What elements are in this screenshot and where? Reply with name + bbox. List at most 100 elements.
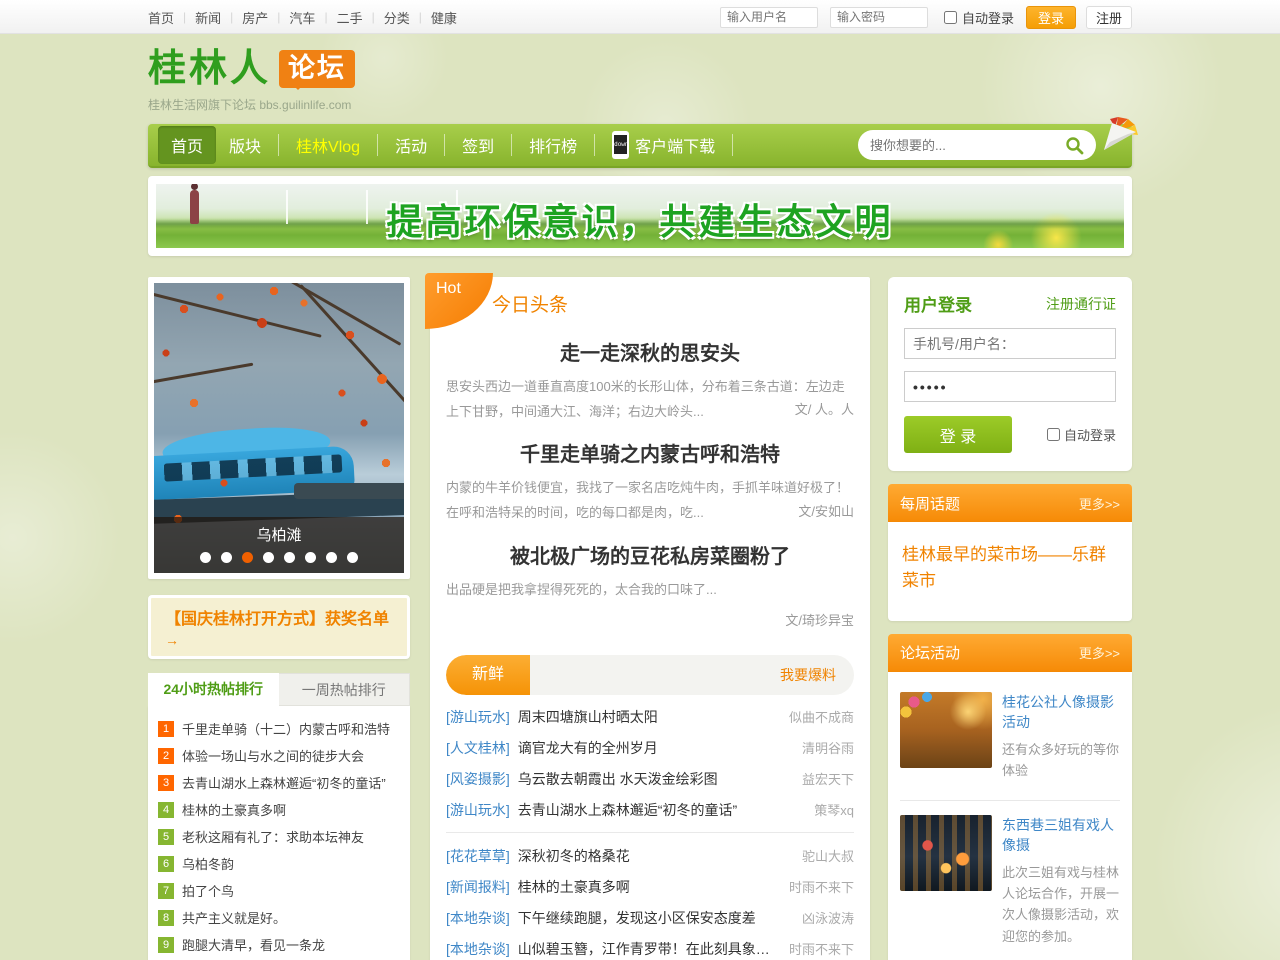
top-auto-login-checkbox[interactable] [944, 11, 957, 24]
top-auto-login-label: 自动登录 [962, 8, 1014, 27]
top-nav-secondhand[interactable]: 二手 [337, 8, 363, 27]
hot-list-item[interactable]: 8共产主义就是好。 [158, 908, 400, 927]
article-title[interactable]: 被北极广场的豆花私房菜圈粉了 [446, 540, 854, 569]
top-utility-bar: 首页| 新闻| 房产| 汽车| 二手| 分类| 健康 自动登录 登录 注册 [0, 0, 1280, 34]
post-category[interactable]: [本地杂谈] [446, 908, 510, 928]
post-category[interactable]: [新闻报料] [446, 877, 510, 897]
corner-fold-icon [1100, 116, 1140, 161]
slider-caption-bar: 乌柏滩 [154, 517, 404, 573]
fresh-post-row[interactable]: [游山玩水]去青山湖水上森林邂逅“初冬的童话”策琴xq [446, 794, 854, 825]
report-news-link[interactable]: 我要爆料 [780, 665, 836, 685]
hot-list-item[interactable]: 9跑腿大清早，看见一条龙 [158, 935, 400, 954]
nav-item-checkin[interactable]: 签到 [449, 126, 507, 164]
activity-title[interactable]: 桂花公社人像摄影活动 [1002, 692, 1120, 732]
nav-item-vlog[interactable]: 桂林Vlog [283, 126, 373, 164]
today-headlines-title: 今日头条 [446, 277, 854, 317]
headline-article: 被北极广场的豆花私房菜圈粉了 出品硬是把我拿捏得死死的，太合我的口味了... 文… [446, 540, 854, 630]
hot-list-item[interactable]: 7拍了个鸟 [158, 881, 400, 900]
article-title[interactable]: 千里走单骑之内蒙古呼和浩特 [446, 438, 854, 467]
slider-caption[interactable]: 乌柏滩 [154, 524, 404, 545]
article-title[interactable]: 走一走深秋的思安头 [446, 337, 854, 366]
site-logo[interactable]: 桂林人 论坛 [148, 34, 1132, 88]
auto-login-checkbox[interactable] [1047, 428, 1060, 441]
forum-activities-title: 论坛活动 [900, 642, 960, 663]
search-icon[interactable] [1065, 136, 1084, 155]
hot-list-item[interactable]: 4桂林的土豪真多啊 [158, 800, 400, 819]
post-category[interactable]: [游山玩水] [446, 707, 510, 727]
rank-badge: 6 [158, 856, 174, 872]
nav-item-boards[interactable]: 版块 [216, 126, 274, 164]
post-author: 策琴xq [806, 800, 854, 819]
slider-dot-3-active[interactable] [242, 552, 253, 563]
tab-weekly-hot[interactable]: 一周热帖排行 [279, 673, 411, 706]
top-nav-home[interactable]: 首页 [148, 8, 174, 27]
top-password-input[interactable] [830, 7, 928, 28]
post-category[interactable]: [人文桂林] [446, 738, 510, 758]
top-login-button[interactable]: 登录 [1026, 6, 1076, 29]
post-category[interactable]: [花花草草] [446, 846, 510, 866]
nav-app-download-label: 客户端下载 [635, 133, 715, 157]
award-notice-box[interactable]: 【国庆桂林打开方式】获奖名单 → [148, 595, 410, 659]
page: 首页| 新闻| 房产| 汽车| 二手| 分类| 健康 自动登录 登录 注册 [0, 0, 1280, 960]
forum-activities-more-link[interactable]: 更多>> [1079, 643, 1120, 662]
slider-dot-1[interactable] [200, 552, 211, 563]
top-nav-health[interactable]: 健康 [431, 8, 457, 27]
slider-photo-wupotan[interactable]: 乌柏滩 [154, 283, 404, 573]
tab-24h-hot[interactable]: 24小时热帖排行 [148, 673, 279, 706]
search-input[interactable] [870, 138, 1065, 153]
activity-item[interactable]: 东西巷三姐有戏人像摄 此次三姐有戏与桂林人论坛合作，开展一次人像摄影活动，欢迎您… [900, 805, 1120, 960]
weekly-topic-content[interactable]: 桂林最早的菜市场——乐群菜市 [900, 532, 1120, 611]
slider-dot-8[interactable] [347, 552, 358, 563]
weekly-topic-section: 每周话题 更多>> 桂林最早的菜市场——乐群菜市 [888, 484, 1132, 621]
weekly-topic-more-link[interactable]: 更多>> [1079, 494, 1120, 513]
hot-list-item[interactable]: 6乌柏冬韵 [158, 854, 400, 873]
top-nav-realestate[interactable]: 房产 [242, 8, 268, 27]
fresh-post-row[interactable]: [新闻报料]桂林的土豪真多啊时雨不来下 [446, 871, 854, 902]
top-nav-classifieds[interactable]: 分类 [384, 8, 410, 27]
fresh-tab[interactable]: 新鲜 [446, 655, 530, 695]
fresh-post-row[interactable]: [游山玩水]周末四塘旗山村晒太阳似曲不成商 [446, 701, 854, 732]
login-button[interactable]: 登 录 [904, 416, 1012, 453]
eco-banner[interactable]: 提高环保意识，共建生态文明 [156, 184, 1124, 248]
nav-item-app-download[interactable]: down 客户端下载 [599, 124, 728, 166]
top-username-input[interactable] [720, 7, 818, 28]
hot-list-item[interactable]: 3去青山湖水上森林邂逅“初冬的童话” [158, 773, 400, 792]
activity-desc: 此次三姐有戏与桂林人论坛合作，开展一次人像摄影活动，欢迎您的参加。 [1002, 862, 1120, 948]
slider-dot-4[interactable] [263, 552, 274, 563]
slider-dot-7[interactable] [326, 552, 337, 563]
login-username-input[interactable] [904, 328, 1116, 359]
activity-title[interactable]: 东西巷三姐有戏人像摄 [1002, 815, 1120, 855]
post-category[interactable]: [本地杂谈] [446, 939, 510, 959]
register-passport-link[interactable]: 注册通行证 [1046, 294, 1116, 314]
fresh-post-row[interactable]: [本地杂谈]下午继续跑腿，发现这小区保安态度差凶泳波涛 [446, 902, 854, 933]
rank-badge: 3 [158, 775, 174, 791]
post-category[interactable]: [游山玩水] [446, 800, 510, 820]
slider-dot-2[interactable] [221, 552, 232, 563]
fresh-post-row[interactable]: [风姿摄影]乌云散去朝霞出 水天泼金绘彩图益宏天下 [446, 763, 854, 794]
nav-item-ranking[interactable]: 排行榜 [516, 126, 590, 164]
nav-item-home[interactable]: 首页 [158, 126, 216, 164]
nav-item-activities[interactable]: 活动 [382, 126, 440, 164]
divider: | [324, 10, 327, 24]
hot-list-item[interactable]: 1千里走单骑（十二）内蒙古呼和浩特 [158, 719, 400, 738]
fresh-post-row[interactable]: [花花草草]深秋初冬的格桑花驼山大叔 [446, 840, 854, 871]
top-nav-news[interactable]: 新闻 [195, 8, 221, 27]
activity-item[interactable]: 桂花公社人像摄影活动 还有众多好玩的等你体验 [900, 682, 1120, 796]
fresh-post-row[interactable]: [本地杂谈]山似碧玉簪，江作青罗带！在此刻具象化了时雨不来下 [446, 933, 854, 960]
slider-dot-5[interactable] [284, 552, 295, 563]
banner-slogan: 提高环保意识，共建生态文明 [156, 193, 1124, 245]
divider: | [183, 10, 186, 24]
hot-list-item[interactable]: 5老秋这厢有礼了：求助本坛神友 [158, 827, 400, 846]
fresh-post-row[interactable]: [人文桂林]谪官龙大有的全州岁月清明谷雨 [446, 732, 854, 763]
post-category[interactable]: [风姿摄影] [446, 769, 510, 789]
login-panel-title: 用户登录 [904, 291, 972, 316]
top-register-button[interactable]: 注册 [1086, 6, 1132, 29]
hot-ranking-tabs: 24小时热帖排行 一周热帖排行 [148, 673, 410, 706]
activity-desc: 还有众多好玩的等你体验 [1002, 739, 1120, 782]
logo-badge: 论坛 [279, 50, 355, 88]
login-password-input[interactable] [904, 371, 1116, 402]
slider-dot-6[interactable] [305, 552, 316, 563]
hot-list-item[interactable]: 2体验一场山与水之间的徒步大会 [158, 746, 400, 765]
divider: | [419, 10, 422, 24]
top-nav-cars[interactable]: 汽车 [289, 8, 315, 27]
